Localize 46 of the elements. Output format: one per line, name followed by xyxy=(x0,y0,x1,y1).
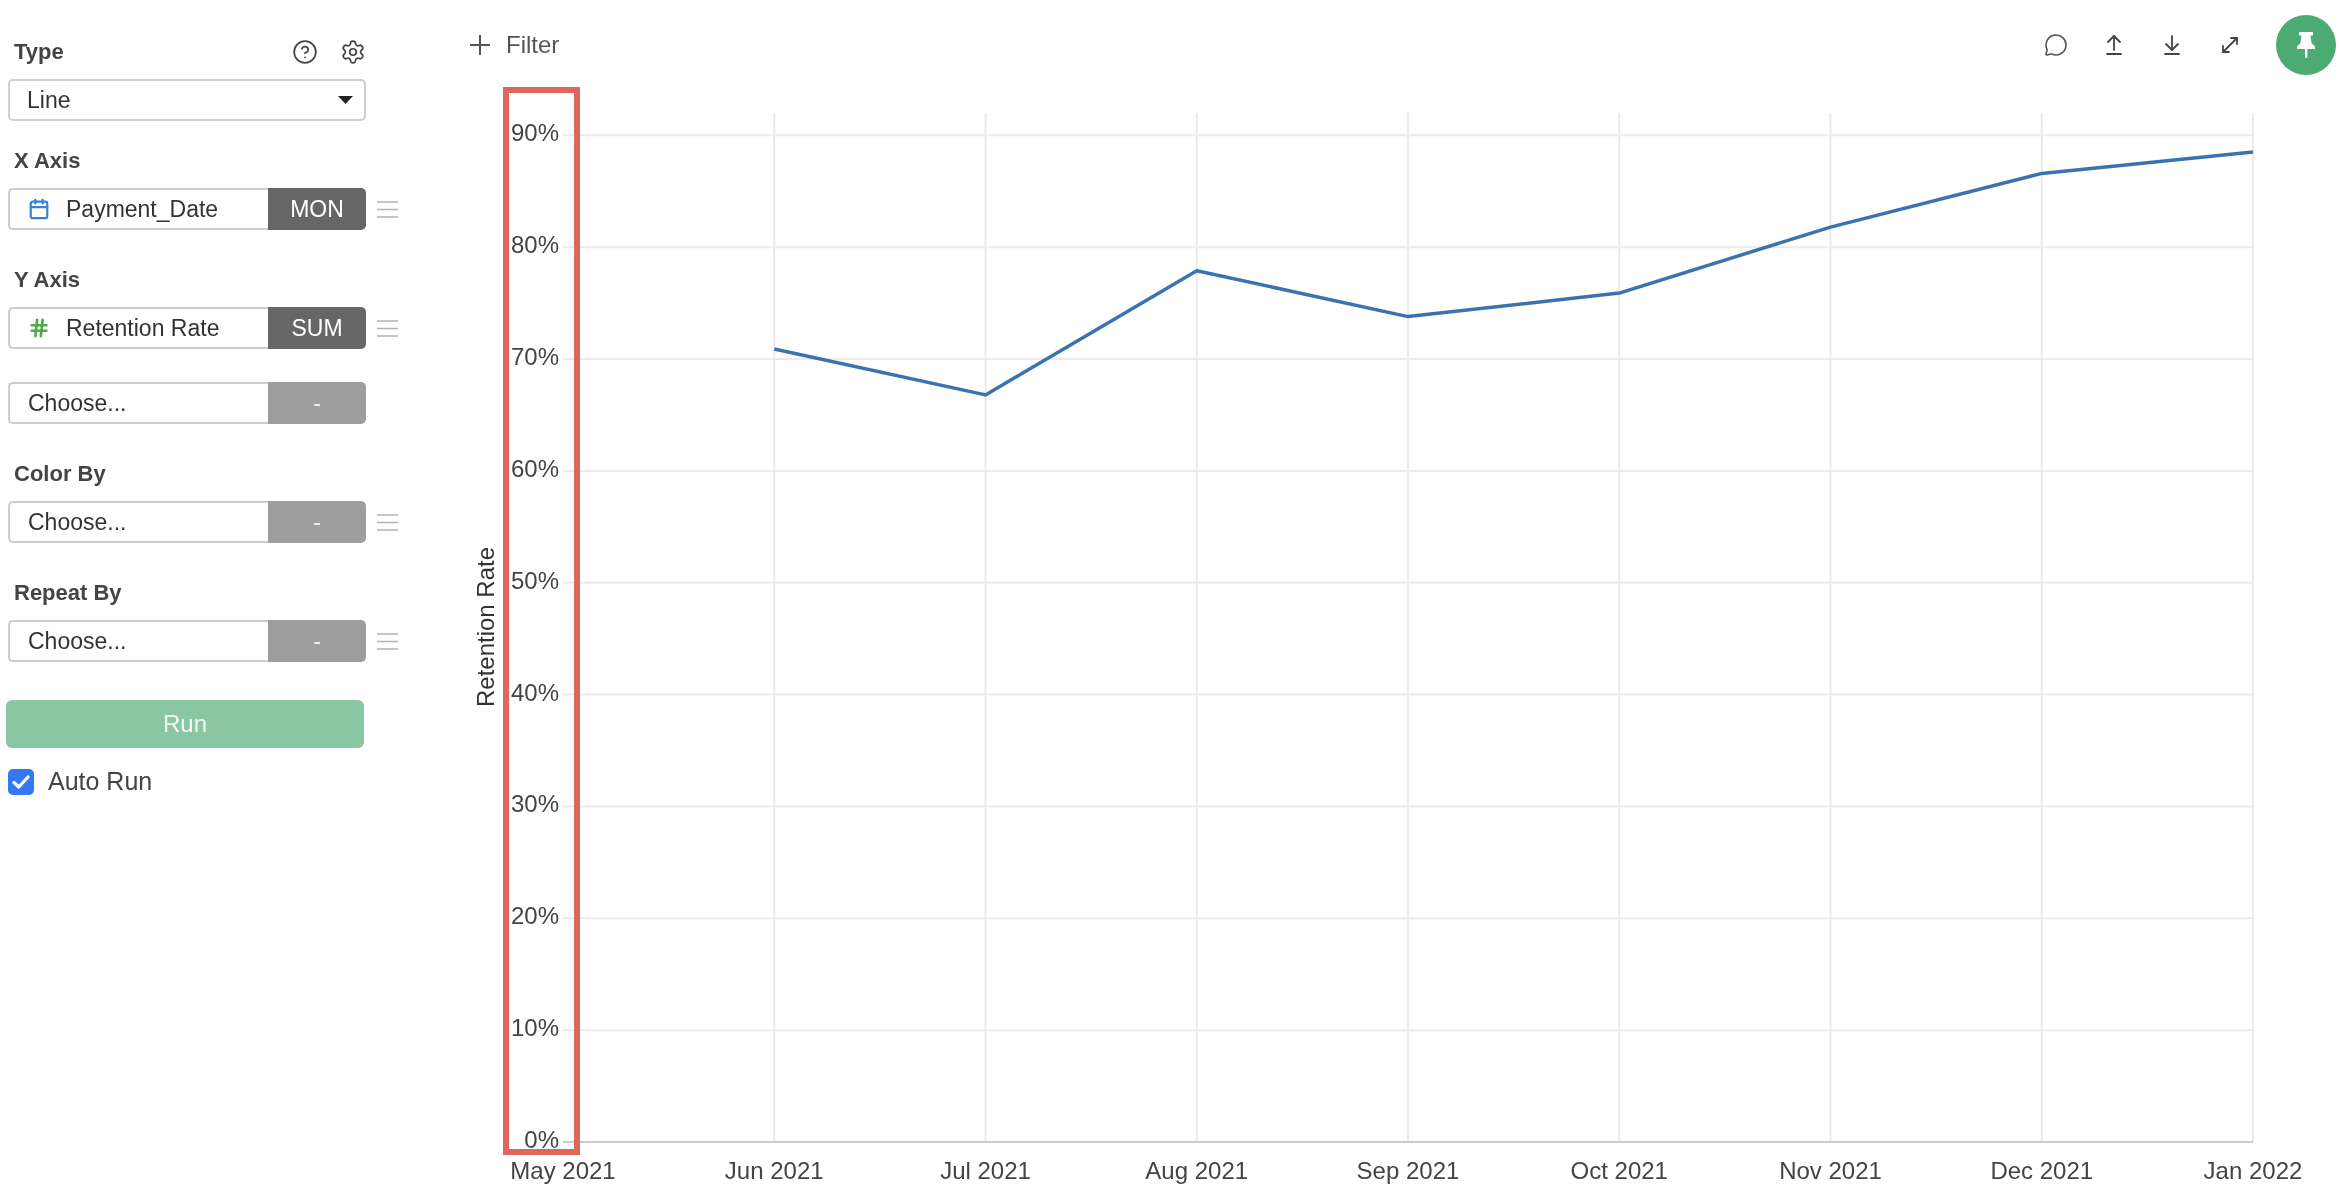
section-label: Color By xyxy=(14,460,106,488)
column-select[interactable]: Choose... xyxy=(8,620,268,662)
x-tick-label: Jul 2021 xyxy=(940,1157,1031,1184)
x-tick-label: Oct 2021 xyxy=(1570,1157,1668,1184)
calendar-icon xyxy=(28,198,50,220)
y-tick-label: 30% xyxy=(510,790,559,818)
chart-type-select[interactable]: Line xyxy=(8,79,366,121)
plus-icon xyxy=(470,35,490,55)
section-label: Y Axis xyxy=(14,266,81,294)
column-select[interactable]: Choose... xyxy=(8,382,268,424)
x-tick-label: Aug 2021 xyxy=(1145,1157,1249,1184)
x-tick-label: Sep 2021 xyxy=(1356,1157,1460,1184)
x-tick-label: May 2021 xyxy=(510,1157,616,1184)
x-tick-label: Dec 2021 xyxy=(1990,1157,2094,1184)
pin-button[interactable] xyxy=(2276,15,2336,75)
column-select[interactable]: Choose... xyxy=(8,501,268,543)
y-tick-label: 90% xyxy=(510,119,559,147)
help-icon[interactable] xyxy=(292,39,318,65)
check-icon xyxy=(12,774,30,789)
filter-button[interactable]: Filter xyxy=(470,31,560,59)
aggregation-button[interactable]: MON xyxy=(268,188,366,230)
comment-icon[interactable] xyxy=(2044,33,2068,57)
x-tick-label: Jun 2021 xyxy=(724,1157,824,1184)
y-tick-label: 0% xyxy=(524,1126,559,1153)
axis-title: Retention Rate xyxy=(471,546,499,708)
settings-icon[interactable] xyxy=(340,39,366,65)
y-tick-label: 40% xyxy=(510,678,559,706)
section-label: Type xyxy=(14,38,64,66)
y-tick-label: 20% xyxy=(510,902,559,930)
y-tick-label: 60% xyxy=(510,454,559,482)
auto-run-checkbox[interactable] xyxy=(8,768,34,795)
section-label: X Axis xyxy=(14,147,81,175)
column-select[interactable]: Retention Rate xyxy=(8,307,268,349)
column-select[interactable]: Payment_Date xyxy=(8,188,268,230)
y-tick-label: 80% xyxy=(510,231,559,259)
y-tick-label: 50% xyxy=(510,566,559,594)
section-label: Repeat By xyxy=(14,579,122,607)
x-tick-label: Nov 2021 xyxy=(1779,1157,1882,1184)
pin-icon xyxy=(2296,32,2316,58)
caret-icon xyxy=(338,96,353,104)
checkbox-label: Auto Run xyxy=(48,767,153,796)
hash-icon xyxy=(28,317,50,339)
y-tick-label: 70% xyxy=(510,343,559,371)
x-tick-label: Jan 2022 xyxy=(2203,1157,2303,1184)
y-tick-label: 10% xyxy=(510,1014,559,1042)
aggregation-button[interactable]: SUM xyxy=(268,307,366,349)
